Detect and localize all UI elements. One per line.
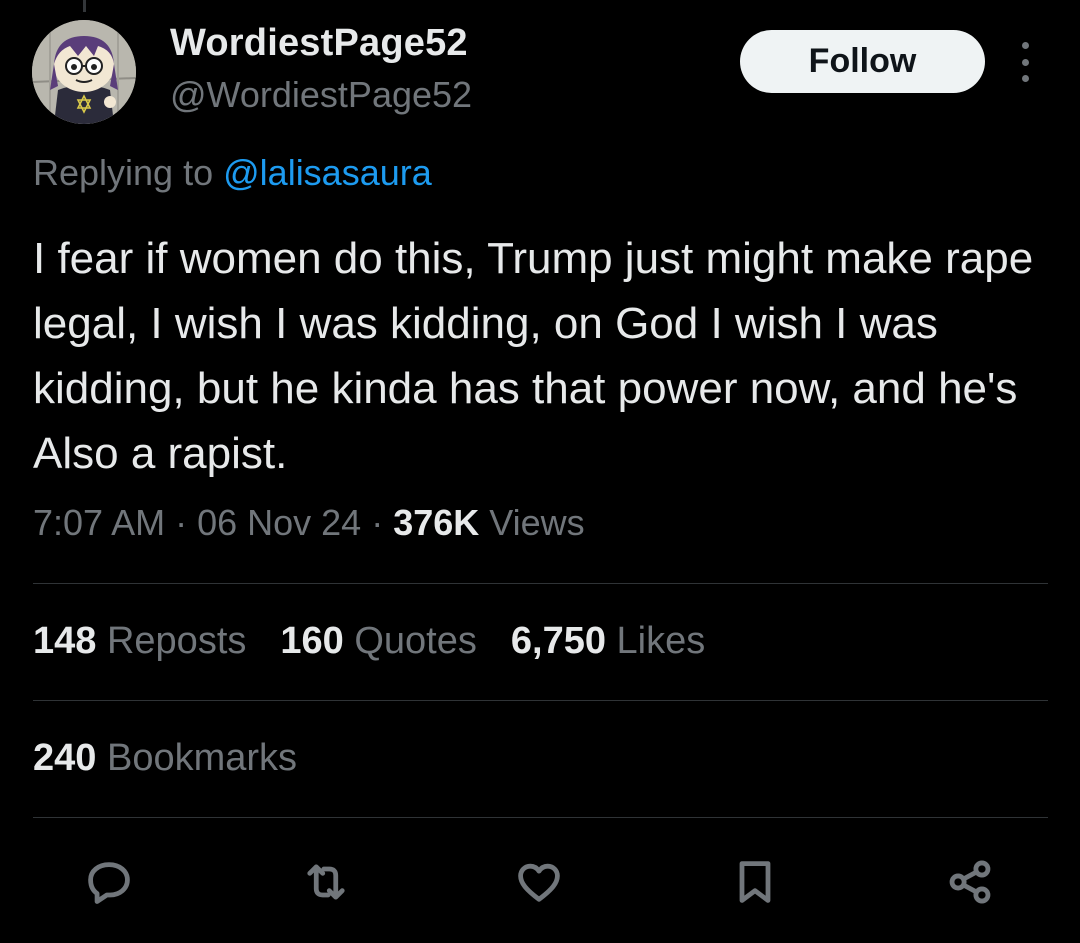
views-label: Views [489, 502, 585, 543]
tweet-meta: 7:07 AM · 06 Nov 24 · 376K Views [33, 502, 585, 544]
bookmark-button[interactable] [725, 852, 785, 912]
more-dot [1021, 75, 1029, 82]
likes-label: Likes [616, 620, 706, 662]
replying-to-prefix: Replying to [33, 152, 214, 193]
author-handle[interactable]: @WordiestPage52 [170, 74, 472, 116]
quotes-count: 160 [280, 620, 344, 662]
follow-button[interactable]: Follow [740, 30, 985, 93]
like-button[interactable] [509, 852, 569, 912]
bookmarks-stat[interactable]: 240 Bookmarks [33, 737, 297, 780]
reposts-label: Reposts [106, 620, 247, 662]
divider [33, 817, 1048, 818]
meta-separator: · [165, 502, 198, 543]
reply-icon [88, 862, 130, 904]
reposts-count: 148 [33, 620, 97, 662]
more-vertical-icon[interactable] [1010, 42, 1040, 82]
tweet-text: I fear if women do this, Trump just migh… [33, 234, 1034, 478]
reply-button[interactable] [79, 852, 139, 912]
replying-to-handle-link[interactable]: @lalisasaura [223, 152, 432, 193]
meta-separator: · [361, 502, 394, 543]
quotes-stat[interactable]: 160 Quotes [280, 620, 477, 663]
tweet-time[interactable]: 7:07 AM [33, 502, 165, 543]
bookmarks-label: Bookmarks [106, 737, 298, 779]
engagement-stats: 148 Reposts 160 Quotes 6,750 Likes [33, 620, 739, 663]
more-dot [1021, 42, 1029, 49]
more-dot [1021, 58, 1029, 66]
divider [33, 583, 1048, 584]
bookmarks-count: 240 [33, 737, 97, 779]
bookmark-icon [739, 861, 771, 903]
reposts-stat[interactable]: 148 Reposts [33, 620, 246, 663]
like-icon [518, 863, 560, 902]
thread-connector-line [83, 0, 86, 12]
author-display-name[interactable]: WordiestPage52 [170, 22, 468, 65]
tweet-date[interactable]: 06 Nov 24 [197, 502, 361, 543]
replying-to: Replying to @lalisasaura [33, 152, 432, 194]
repost-button[interactable] [296, 852, 356, 912]
avatar[interactable] [32, 20, 136, 124]
share-icon [949, 860, 991, 904]
share-button[interactable] [940, 852, 1000, 912]
repost-icon [307, 864, 345, 900]
views-count: 376K [393, 502, 480, 543]
likes-count: 6,750 [510, 620, 606, 662]
cartoon-character-avatar-icon [32, 20, 136, 124]
quotes-label: Quotes [354, 620, 477, 662]
likes-stat[interactable]: 6,750 Likes [511, 620, 705, 663]
divider [33, 700, 1048, 701]
